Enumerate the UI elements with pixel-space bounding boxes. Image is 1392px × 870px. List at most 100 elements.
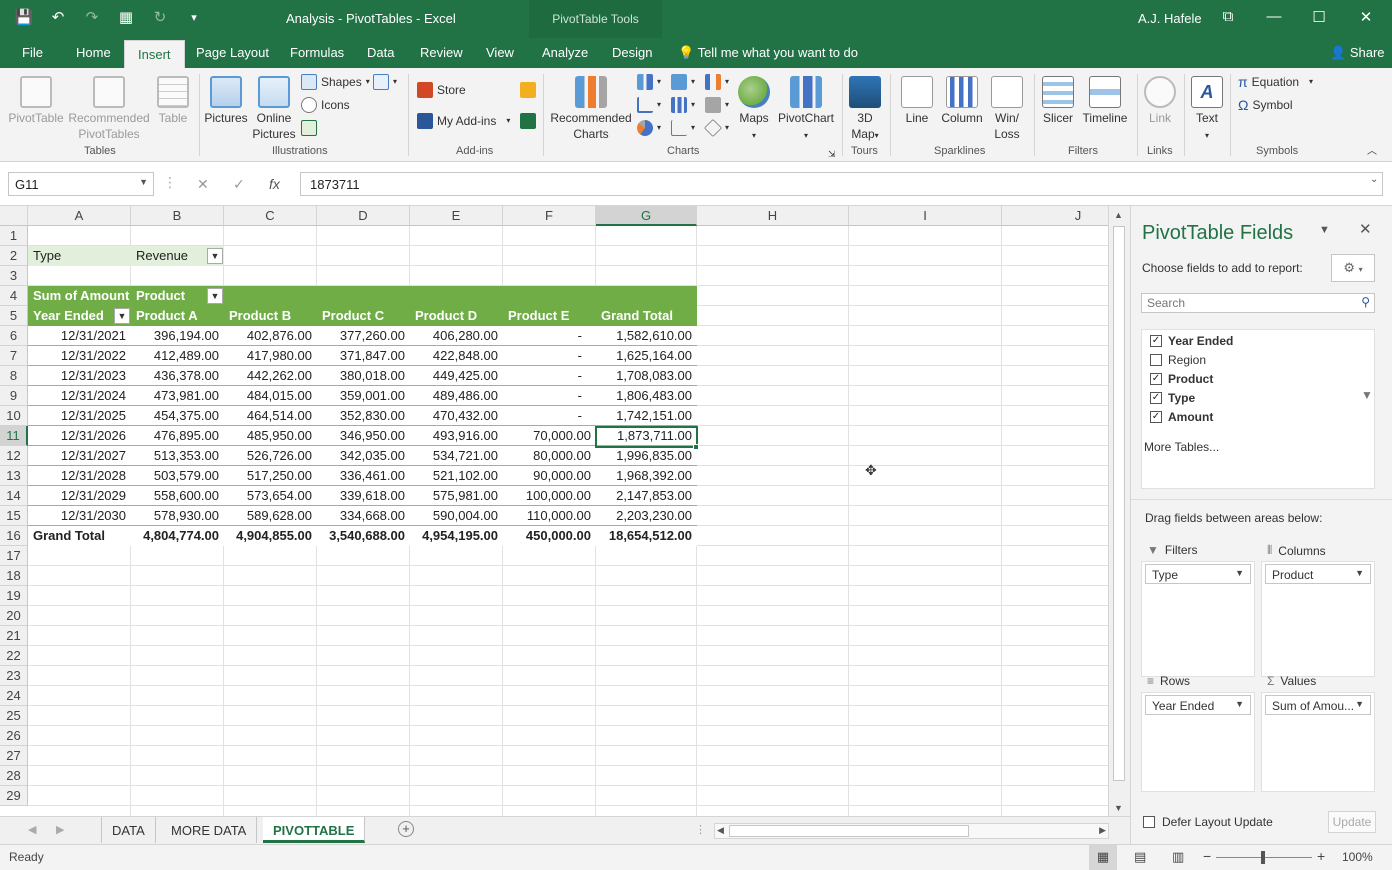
- value-cell[interactable]: -: [503, 326, 596, 346]
- share-button[interactable]: 👤 Share: [1330, 45, 1385, 61]
- tab-view[interactable]: View: [486, 45, 514, 60]
- filters-area[interactable]: Type ▼: [1141, 561, 1255, 677]
- value-cell[interactable]: 558,600.00: [131, 486, 224, 506]
- value-cell[interactable]: 406,280.00: [410, 326, 503, 346]
- maps-button[interactable]: Maps ▾: [735, 76, 773, 144]
- shapes-button[interactable]: Shapes ▾: [301, 74, 370, 90]
- value-cell[interactable]: 590,004.00: [410, 506, 503, 526]
- row-header[interactable]: 7: [0, 346, 28, 366]
- zoom-slider-thumb[interactable]: [1261, 851, 1265, 864]
- row-label-cell[interactable]: 12/31/2026: [28, 426, 131, 446]
- pivot-column-header[interactable]: Product B: [224, 306, 317, 326]
- value-cell[interactable]: 503,579.00: [131, 466, 224, 486]
- maximize-icon[interactable]: ☐: [1309, 8, 1329, 26]
- sheet-tab-more-data[interactable]: MORE DATA: [161, 817, 258, 843]
- zoom-out-icon[interactable]: −: [1203, 848, 1211, 864]
- value-cell[interactable]: 589,628.00: [224, 506, 317, 526]
- row-header[interactable]: 5: [0, 306, 28, 326]
- value-cell[interactable]: 476,895.00: [131, 426, 224, 446]
- rows-area[interactable]: Year Ended ▼: [1141, 692, 1255, 792]
- value-cell[interactable]: -: [503, 366, 596, 386]
- field-item-amount[interactable]: ✓ Amount: [1150, 410, 1213, 424]
- field-item-year-ended[interactable]: ✓ Year Ended: [1150, 334, 1233, 348]
- value-cell[interactable]: 422,848.00: [410, 346, 503, 366]
- column-header-a[interactable]: A: [28, 206, 131, 226]
- insert-function-icon[interactable]: fx: [269, 176, 280, 192]
- waterfall-chart-button[interactable]: ▾: [705, 74, 729, 90]
- row-header[interactable]: 16: [0, 526, 28, 546]
- row-header[interactable]: 11: [0, 426, 28, 446]
- value-cell[interactable]: 473,981.00: [131, 386, 224, 406]
- sheet-tab-pivottable[interactable]: PIVOTTABLE: [263, 817, 366, 843]
- people-graph-button[interactable]: [520, 113, 536, 129]
- value-cell[interactable]: 449,425.00: [410, 366, 503, 386]
- value-cell[interactable]: 2,203,230.00: [596, 506, 697, 526]
- value-cell[interactable]: 1,996,835.00: [596, 446, 697, 466]
- symbol-button[interactable]: Ω Symbol: [1238, 97, 1292, 113]
- row-header[interactable]: 6: [0, 326, 28, 346]
- prev-sheet-icon[interactable]: ◀: [28, 823, 36, 836]
- sparkline-column-button[interactable]: Column: [939, 76, 985, 126]
- redo-icon[interactable]: ↷: [82, 8, 102, 26]
- name-box[interactable]: G11 ▼: [8, 172, 154, 196]
- close-pane-icon[interactable]: ✕: [1359, 220, 1372, 238]
- grand-total-cell[interactable]: 4,954,195.00: [410, 526, 503, 546]
- my-addins-button[interactable]: My Add-ins ▾: [417, 113, 510, 129]
- screenshot-button[interactable]: [301, 120, 317, 136]
- row-label-cell[interactable]: 12/31/2022: [28, 346, 131, 366]
- slicer-button[interactable]: Slicer: [1040, 76, 1076, 126]
- grand-total-cell[interactable]: 18,654,512.00: [596, 526, 697, 546]
- tab-insert[interactable]: Insert: [124, 40, 185, 69]
- close-window-icon[interactable]: ✕: [1356, 8, 1376, 26]
- columns-area[interactable]: Product ▼: [1261, 561, 1375, 677]
- value-cell[interactable]: 513,353.00: [131, 446, 224, 466]
- values-area-chip[interactable]: Sum of Amou... ▼: [1265, 695, 1371, 715]
- rows-area-chip[interactable]: Year Ended ▼: [1145, 695, 1251, 715]
- pivot-column-header[interactable]: Product D: [410, 306, 503, 326]
- row-header[interactable]: 29: [0, 786, 28, 806]
- pie-chart-button[interactable]: ▾: [637, 120, 661, 136]
- link-button[interactable]: Link: [1142, 76, 1178, 126]
- value-cell[interactable]: -: [503, 406, 596, 426]
- statistic-chart-button[interactable]: ▾: [671, 97, 695, 113]
- row-label-cell[interactable]: 12/31/2023: [28, 366, 131, 386]
- value-cell[interactable]: 517,250.00: [224, 466, 317, 486]
- tab-analyze[interactable]: Analyze: [542, 45, 588, 60]
- refresh-icon[interactable]: ↻: [150, 8, 170, 26]
- row-label-cell[interactable]: 12/31/2028: [28, 466, 131, 486]
- next-sheet-icon[interactable]: ▶: [56, 823, 64, 836]
- value-cell[interactable]: 436,378.00: [131, 366, 224, 386]
- charts-dialog-launcher[interactable]: ⇲: [828, 146, 836, 162]
- row-header[interactable]: 17: [0, 546, 28, 566]
- form-icon[interactable]: ▦: [116, 8, 136, 26]
- value-cell[interactable]: 402,876.00: [224, 326, 317, 346]
- grand-total-cell[interactable]: Grand Total: [28, 526, 131, 546]
- column-filter-dropdown-icon[interactable]: ▼: [207, 288, 223, 304]
- value-cell[interactable]: 396,194.00: [131, 326, 224, 346]
- row-header[interactable]: 9: [0, 386, 28, 406]
- scroll-left-icon[interactable]: ◀: [717, 825, 724, 836]
- combo-chart-button[interactable]: ▾: [705, 97, 729, 113]
- update-button[interactable]: Update: [1328, 811, 1376, 833]
- column-header-f[interactable]: F: [503, 206, 596, 226]
- enter-icon[interactable]: ✓: [233, 176, 245, 193]
- scatter-chart-button[interactable]: ▾: [671, 120, 695, 136]
- filter-field-label[interactable]: Type: [28, 246, 131, 266]
- horizontal-scrollbar[interactable]: ◀ ▶: [714, 823, 1109, 839]
- value-cell[interactable]: 454,375.00: [131, 406, 224, 426]
- value-cell[interactable]: 352,830.00: [317, 406, 410, 426]
- filters-area-chip[interactable]: Type ▼: [1145, 564, 1251, 584]
- icons-button[interactable]: Icons: [301, 97, 350, 113]
- value-cell[interactable]: 578,930.00: [131, 506, 224, 526]
- value-cell[interactable]: 359,001.00: [317, 386, 410, 406]
- value-cell[interactable]: 470,432.00: [410, 406, 503, 426]
- ribbon-display-icon[interactable]: ⧉: [1218, 8, 1238, 25]
- pivotchart-button[interactable]: PivotChart ▾: [776, 76, 836, 144]
- row-label-cell[interactable]: 12/31/2024: [28, 386, 131, 406]
- recommended-pivottables-button[interactable]: Recommended PivotTables: [66, 76, 152, 142]
- row-header[interactable]: 8: [0, 366, 28, 386]
- grand-total-cell[interactable]: 450,000.00: [503, 526, 596, 546]
- row-header[interactable]: 10: [0, 406, 28, 426]
- save-icon[interactable]: 💾: [14, 8, 34, 26]
- field-item-product[interactable]: ✓ Product: [1150, 372, 1213, 386]
